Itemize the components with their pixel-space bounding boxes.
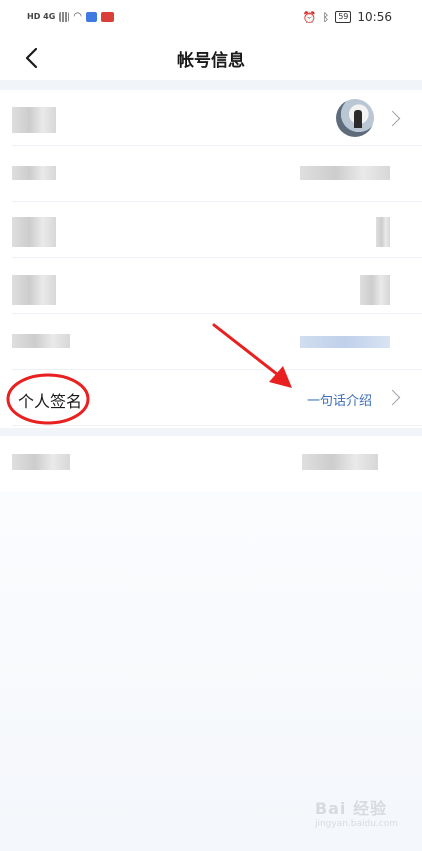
blurred-label [12, 334, 70, 348]
alarm-icon: ⏰ [302, 10, 317, 24]
page-title: 帐号信息 [177, 51, 245, 71]
blurred-label [12, 275, 56, 305]
network-label: HD 4G [27, 12, 56, 21]
status-left: HD 4G ◠ [27, 11, 114, 22]
watermark-sub: jingyan.baidu.com [314, 819, 398, 829]
watermark: Bai 经验 jingyan.baidu.com [315, 795, 398, 829]
info-row-gender[interactable] [6, 258, 422, 314]
blurred-value-blue [300, 336, 390, 348]
status-right: ⏰ ᛒ 59 10:56 [303, 10, 392, 24]
info-row-location[interactable] [6, 314, 422, 370]
account-info-list: 个人签名 一句话介绍 [0, 90, 422, 426]
blurred-value [376, 217, 390, 247]
status-bar: HD 4G ◠ ⏰ ᛒ 59 10:56 [0, 0, 422, 36]
battery-icon: 59 [335, 11, 352, 23]
clock-time: 10:56 [357, 10, 392, 24]
avatar[interactable] [336, 99, 374, 137]
signature-value[interactable]: 一句话介绍 [307, 390, 372, 409]
blurred-value [360, 275, 390, 305]
bluetooth-icon: ᛒ [322, 10, 330, 24]
watermark-text: Bai 经验 [314, 799, 387, 818]
info-row-nickname[interactable] [6, 146, 422, 202]
section-divider [0, 428, 422, 436]
blurred-label [12, 217, 56, 247]
nav-header: 帐号信息 [0, 36, 422, 80]
blurred-value [300, 166, 390, 180]
chevron-right-icon [384, 389, 401, 406]
section-divider [0, 80, 422, 90]
blurred-label [12, 107, 56, 133]
app-notification-icon-blue [86, 11, 97, 22]
blurred-label [12, 166, 56, 180]
blurred-label [12, 454, 70, 470]
app-notification-icon-red [101, 11, 114, 22]
signal-icon [59, 11, 70, 22]
avatar-figure [354, 110, 362, 128]
chevron-right-icon [384, 110, 401, 127]
signature-label: 个人签名 [18, 392, 83, 411]
info-row-extra[interactable] [6, 436, 422, 492]
wifi-icon: ◠ [73, 11, 82, 22]
info-row-signature[interactable]: 个人签名 一句话介绍 [6, 370, 422, 426]
info-row-account[interactable] [6, 202, 422, 258]
avatar-row[interactable] [6, 90, 422, 146]
blurred-value [302, 454, 378, 470]
